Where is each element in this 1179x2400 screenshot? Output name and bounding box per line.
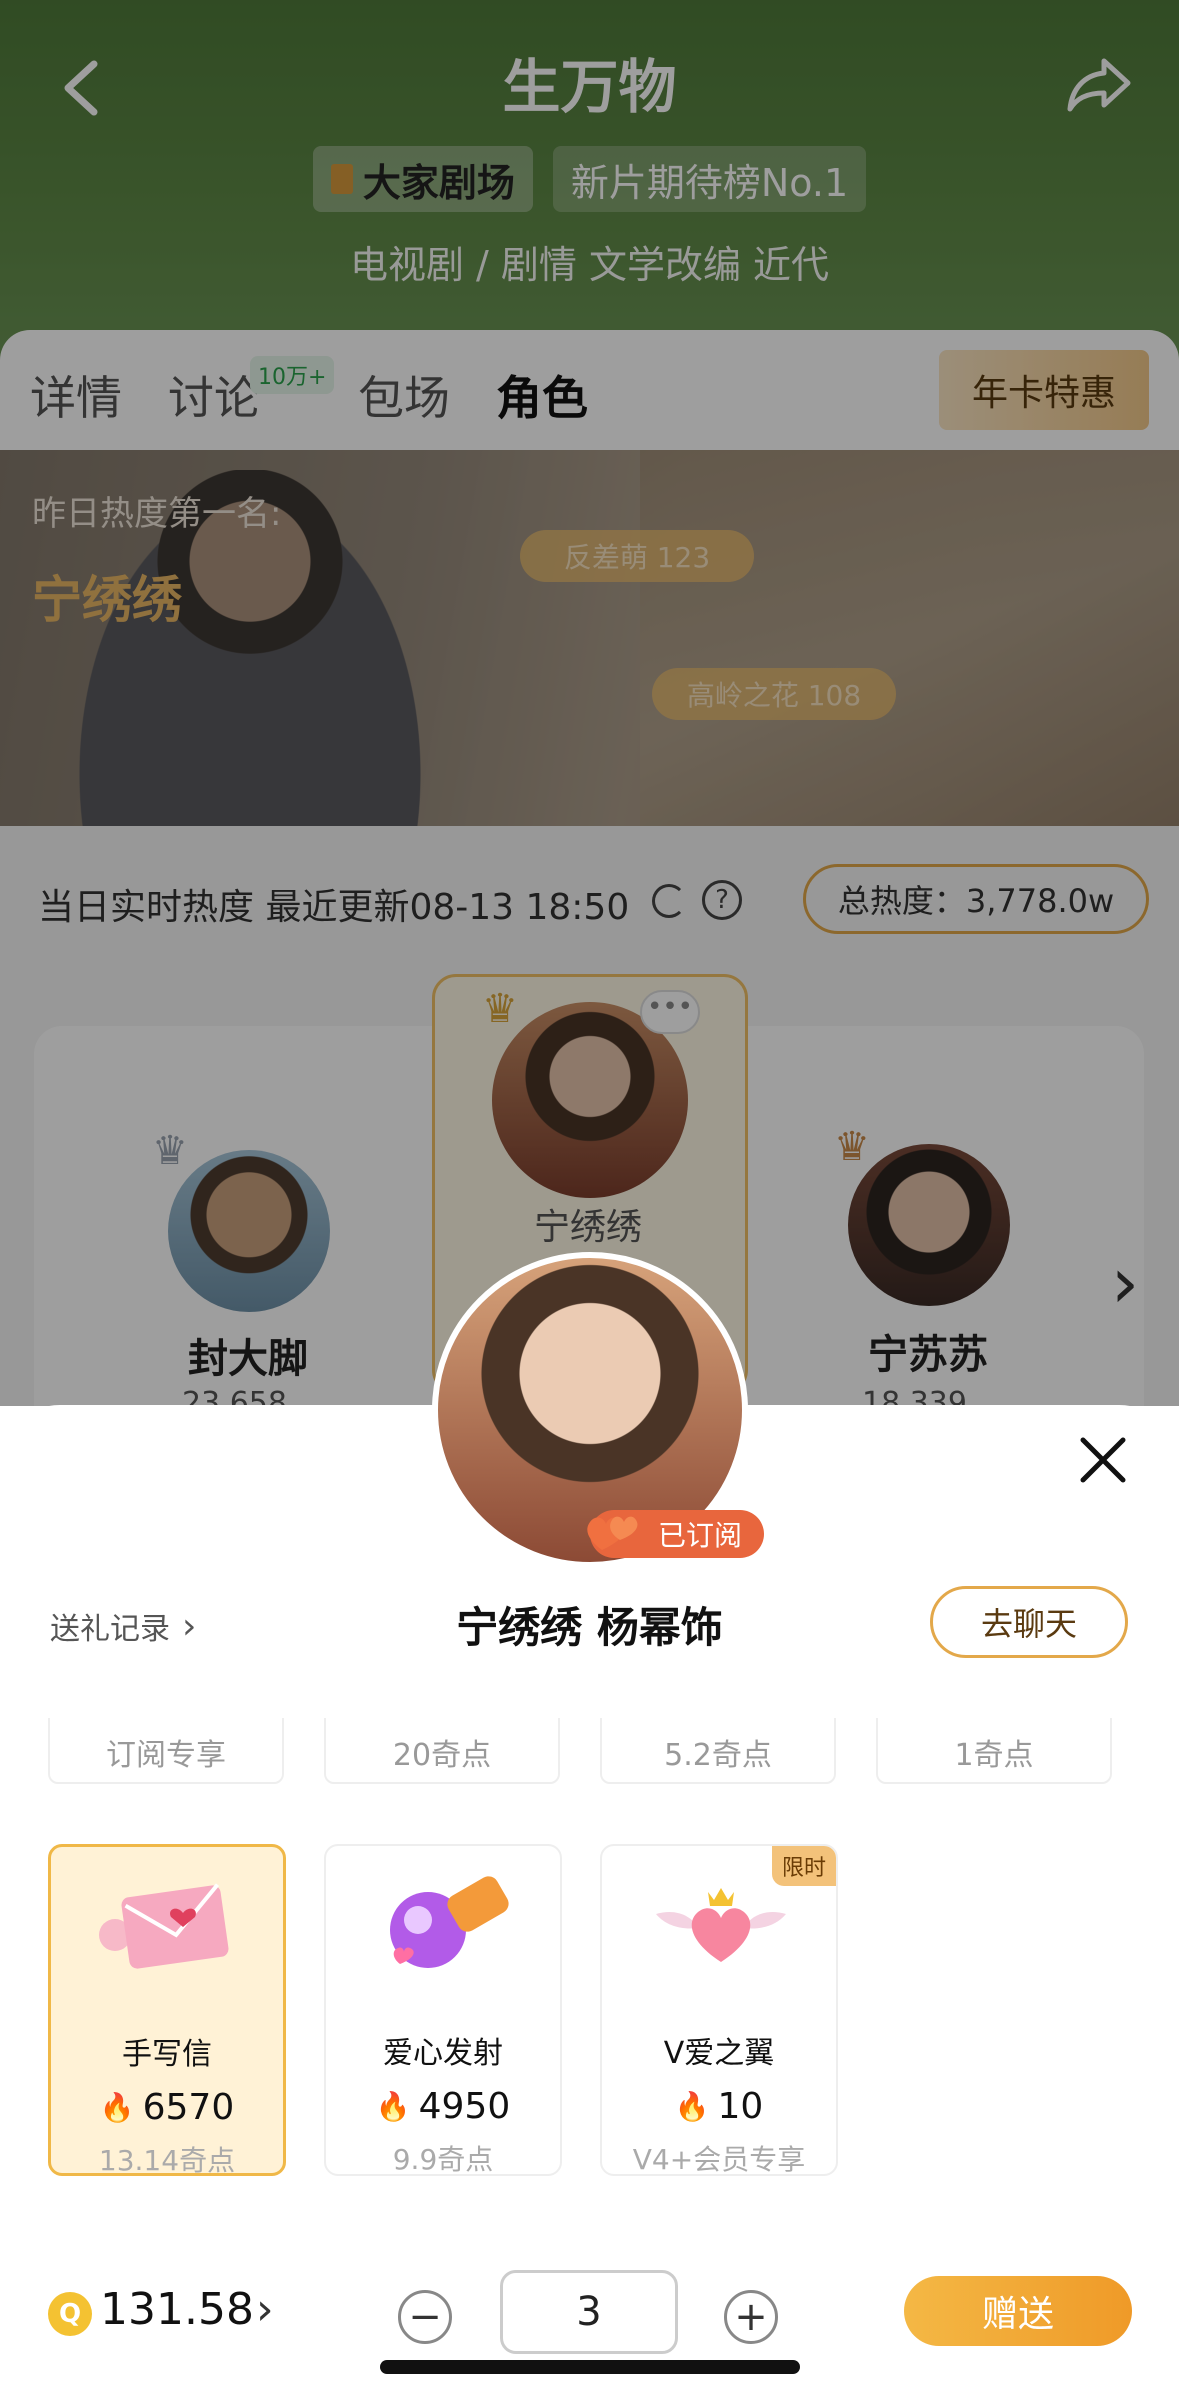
modal-overlay[interactable] — [0, 0, 1179, 826]
close-icon — [1080, 1437, 1126, 1483]
letter-icon — [99, 1883, 229, 1969]
gift-card-love-launcher[interactable]: 爱心发射 🔥 4950 9.9奇点 — [324, 1844, 562, 2176]
gift-name: 手写信 — [122, 2037, 212, 2072]
send-gift-button[interactable]: 赠送 — [904, 2276, 1132, 2346]
decrease-quantity-button[interactable]: − — [398, 2290, 452, 2344]
gift-name: 爱心发射 — [383, 2036, 503, 2071]
gift-price: 9.9奇点 — [392, 2143, 494, 2176]
gift-card-partial[interactable]: 20奇点 — [324, 1718, 560, 1784]
flame-icon: 🔥 — [674, 2090, 710, 2123]
gift-card-handwritten-letter[interactable]: 手写信 🔥 6570 13.14奇点 — [48, 1844, 286, 2177]
flame-icon: 🔥 — [375, 2090, 411, 2123]
gift-heat: 10 — [717, 2086, 764, 2127]
coin-icon: Q — [48, 2292, 92, 2336]
gift-row-partial: 订阅专享 20奇点 5.2奇点 1奇点 — [0, 1718, 1179, 1784]
chat-button[interactable]: 去聊天 — [930, 1586, 1128, 1658]
gift-price: V4+会员专享 — [632, 2143, 806, 2176]
quantity-input[interactable]: 3 — [500, 2270, 678, 2354]
gift-heat: 6570 — [142, 2087, 235, 2128]
gift-card-partial[interactable]: 订阅专享 — [48, 1718, 284, 1784]
gift-card-partial[interactable]: 5.2奇点 — [600, 1718, 836, 1784]
close-button[interactable] — [1073, 1430, 1133, 1490]
flame-icon: 🔥 — [99, 2091, 135, 2124]
chevron-right-icon[interactable]: › — [256, 2284, 274, 2335]
home-indicator — [380, 2360, 800, 2374]
bottom-bar: Q 131.58 › − 3 + 赠送 — [0, 2270, 1179, 2400]
heart-launcher-icon — [390, 1876, 509, 1968]
gift-heat: 4950 — [418, 2086, 511, 2127]
gift-card-partial[interactable]: 1奇点 — [876, 1718, 1112, 1784]
gift-name: V爱之翼 — [663, 2036, 775, 2071]
balance-value[interactable]: 131.58 — [100, 2284, 254, 2335]
increase-quantity-button[interactable]: + — [724, 2290, 778, 2344]
hearts-icon — [587, 1516, 638, 1550]
gift-card-v-love-wings[interactable]: 限时 V爱之翼 🔥 10 V4+会员专享 — [600, 1844, 838, 2176]
gift-price: 13.14奇点 — [98, 2144, 236, 2177]
winged-heart-icon — [656, 1888, 786, 1962]
